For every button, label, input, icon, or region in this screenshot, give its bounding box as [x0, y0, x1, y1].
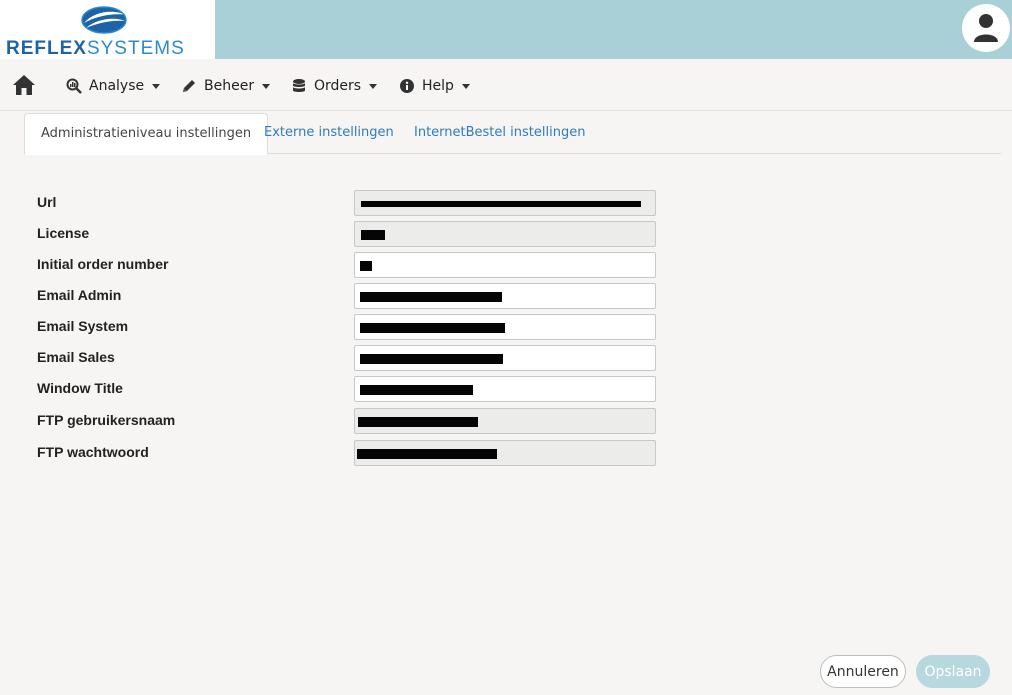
nav-beheer-menu[interactable]: Beheer [181, 75, 271, 97]
form-row-email-admin: Email Admin [37, 283, 657, 309]
form-row-ftp-gebruikersnaam: FTP gebruikersnaam [37, 408, 657, 434]
redacted-value [360, 292, 502, 302]
form-row-initial-order-number: Initial order number [37, 252, 657, 278]
redacted-value [360, 323, 505, 333]
email-admin-label: Email Admin [37, 287, 122, 303]
top-header: REFLEXSYSTEMS [0, 0, 1012, 59]
form-row-email-sales: Email Sales [37, 345, 657, 371]
logo-wordmark: REFLEXSYSTEMS [6, 38, 185, 60]
nav-help-menu[interactable]: Help [399, 75, 470, 97]
home-icon[interactable] [12, 74, 36, 96]
chevron-down-icon [152, 83, 161, 89]
license-field[interactable] [354, 221, 656, 247]
form-row-email-system: Email System [37, 314, 657, 340]
email-system-label: Email System [37, 318, 129, 334]
nav-analyse-label: Analyse [89, 78, 145, 94]
chevron-down-icon [461, 83, 470, 89]
ftp-gebruikersnaam-label: FTP gebruikersnaam [37, 412, 176, 428]
logo-part2: SYSTEMS [86, 38, 185, 59]
nav-analyse-menu[interactable]: Analyse [66, 75, 161, 97]
nav-orders-menu[interactable]: Orders [291, 75, 378, 97]
initial-order-number-label: Initial order number [37, 256, 169, 272]
user-avatar-button[interactable] [962, 4, 1010, 52]
settings-tabs: Administratieniveau instellingen Externe… [24, 113, 1001, 155]
initial-order-number-field[interactable] [354, 252, 656, 278]
redacted-value [360, 354, 503, 364]
email-sales-field[interactable] [354, 345, 656, 371]
tab-internetbestel-instellingen[interactable]: InternetBestel instellingen [398, 113, 601, 154]
logo-part1: REFLEX [6, 38, 87, 59]
redacted-value [361, 230, 385, 240]
window-title-field[interactable] [354, 376, 656, 402]
tab-administratieniveau[interactable]: Administratieniveau instellingen [24, 113, 269, 155]
save-button[interactable]: Opslaan [916, 655, 990, 688]
redacted-value [361, 201, 641, 207]
url-label: Url [37, 194, 57, 210]
tab-externe-instellingen[interactable]: Externe instellingen [248, 113, 410, 154]
email-system-field[interactable] [354, 314, 656, 340]
user-icon [974, 14, 998, 42]
info-icon [400, 79, 414, 93]
window-title-label: Window Title [37, 380, 123, 396]
form-row-url: Url [37, 190, 657, 216]
email-admin-field[interactable] [354, 283, 656, 309]
ftp-wachtwoord-field[interactable] [354, 440, 656, 466]
brand-logo[interactable]: REFLEXSYSTEMS [0, 0, 215, 59]
chevron-down-icon [369, 83, 378, 89]
nav-help-label: Help [422, 78, 454, 94]
chart-search-icon [66, 78, 82, 94]
chevron-down-icon [262, 83, 271, 89]
redacted-value [358, 417, 478, 427]
globe-logo-icon [81, 6, 127, 34]
form-row-ftp-wachtwoord: FTP wachtwoord [37, 440, 657, 466]
redacted-value [360, 385, 473, 395]
nav-orders-label: Orders [314, 78, 362, 94]
license-label: License [37, 225, 90, 241]
pencil-icon [183, 80, 195, 92]
database-icon [293, 79, 305, 92]
url-field[interactable] [354, 190, 656, 216]
nav-beheer-label: Beheer [204, 78, 255, 94]
form-row-window-title: Window Title [37, 376, 657, 402]
cancel-button[interactable]: Annuleren [820, 655, 906, 688]
redacted-value [357, 449, 497, 459]
main-navbar: Analyse Beheer Orders Help [0, 59, 1012, 111]
ftp-gebruikersnaam-field[interactable] [354, 408, 656, 434]
form-row-license: License [37, 221, 657, 247]
ftp-wachtwoord-label: FTP wachtwoord [37, 444, 149, 460]
redacted-value [360, 261, 372, 271]
email-sales-label: Email Sales [37, 349, 115, 365]
